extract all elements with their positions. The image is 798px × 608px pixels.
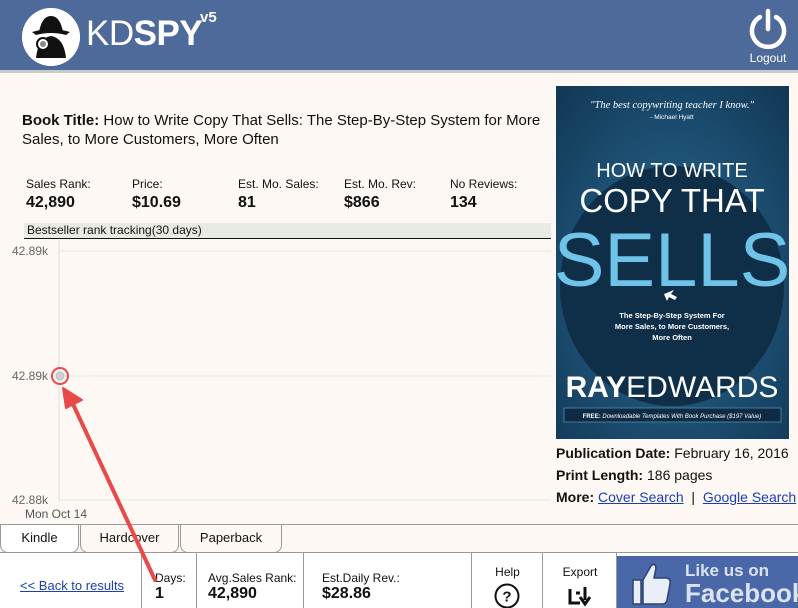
tab-kindle[interactable]: Kindle [0,525,79,553]
more-links-row: More: Cover Search | Google Search [556,489,796,505]
daily-rev-label: Est.Daily Rev.: [322,571,400,585]
data-point [55,371,65,381]
cover-quote: "The best copywriting teacher I know." [590,100,754,111]
app-version: v5 [200,9,217,26]
cover-subtitle-1: The Step-By-Step System For [619,311,725,320]
spy-logo-icon [22,8,80,66]
links-separator: | [691,489,696,505]
question-circle-icon: ? [494,583,520,608]
y-tick-label: 42.88k [12,493,49,507]
rank-chart-svg: 42.89k 42.89k 42.88kMon Oct 14 [12,240,551,521]
cover-author: RAYEDWARDS [566,371,779,404]
y-tick-label: 42.89k [12,369,49,383]
book-title-text: How to Write Copy That Sells: The Step-B… [22,112,541,148]
stat-label: Est. Mo. Sales: [238,177,319,191]
days-label: Days: [155,571,186,585]
google-search-link[interactable]: Google Search [703,489,796,505]
facebook-line-2: Facebook [685,578,798,608]
publication-date-value: February 16, 2016 [674,445,789,461]
back-to-results-link[interactable]: << Back to results [20,578,124,593]
help-label: Help [495,565,520,579]
svg-text:?: ? [502,589,511,606]
stat-value: 81 [238,194,256,211]
export-label: Export [562,565,598,579]
logout-button[interactable]: Logout [742,8,794,70]
book-cover-image: "The best copywriting teacher I know." -… [556,86,789,439]
print-length-value: 186 pages [647,467,713,483]
tab-hardcover[interactable]: Hardcover [80,525,179,553]
cover-subtitle-2: More Sales, to More Customers, [615,322,729,331]
more-label: More: [556,489,595,505]
publication-date-row: Publication Date: February 16, 2016 [556,445,789,461]
daily-rev-value: $28.86 [322,585,371,602]
stat-sales-rank: Sales Rank: 42,890 [26,177,91,212]
print-length-row: Print Length: 186 pages [556,467,712,483]
cover-quote-author: - Michael Hyatt [650,114,694,121]
rank-chart: 42.89k 42.89k 42.88k Mon Oct 14 [0,240,552,525]
stat-label: Price: [132,177,163,191]
stat-label: Sales Rank: [26,177,91,191]
stat-value: 42,890 [26,194,75,211]
cover-line-2: COPY THAT [579,182,764,219]
avg-rank-label: Avg.Sales Rank: [208,571,297,585]
avg-rank-value: 42,890 [208,585,257,602]
export-button[interactable]: Export [543,553,617,608]
x-tick-label: Mon Oct 14 [25,507,87,521]
cover-search-link[interactable]: Cover Search [598,489,684,505]
stat-value: 134 [450,194,477,211]
tab-paperback[interactable]: Paperback [180,525,282,553]
app-header: KDSPY v5 Logout [0,0,798,73]
book-title-label: Book Title: [22,112,100,129]
publication-date-label: Publication Date: [556,445,671,461]
back-cell: << Back to results [0,553,142,608]
stat-label: No Reviews: [450,177,518,191]
logout-label: Logout [749,51,787,65]
days-cell: Days: 1 [142,553,197,608]
power-icon [749,8,787,50]
print-length-label: Print Length: [556,467,644,483]
help-button[interactable]: Help ? [472,553,543,608]
days-value: 1 [155,585,164,602]
rank-tracking-header: Bestseller rank tracking(30 days) [24,223,551,239]
daily-rev-cell: Est.Daily Rev.: $28.86 [304,553,472,608]
book-title: Book Title: How to Write Copy That Sells… [22,111,542,149]
stat-label: Est. Mo. Rev: [344,177,417,191]
stat-price: Price: $10.69 [132,177,181,212]
stat-value: $10.69 [132,194,181,211]
export-download-icon [568,587,592,607]
stat-est-mo-sales: Est. Mo. Sales: 81 [238,177,319,212]
cover-line-3: SELLS [556,218,789,303]
cover-subtitle-3: More Often [652,333,692,342]
cover-line-1: HOW TO WRITE [596,160,747,182]
stat-no-reviews: No Reviews: 134 [450,177,517,212]
stat-est-mo-rev: Est. Mo. Rev: $866 [344,177,416,212]
format-tabs: Kindle Hardcover Paperback [0,524,798,553]
facebook-like-banner[interactable]: Like us on Facebook [617,556,798,608]
cover-free-note: FREE: Downloadable Templates With Book P… [583,414,762,420]
y-tick-label: 42.89k [12,244,49,258]
stat-value: $866 [344,194,380,211]
app-logo-text: KDSPY [86,14,203,53]
avg-rank-cell: Avg.Sales Rank: 42,890 [197,553,304,608]
